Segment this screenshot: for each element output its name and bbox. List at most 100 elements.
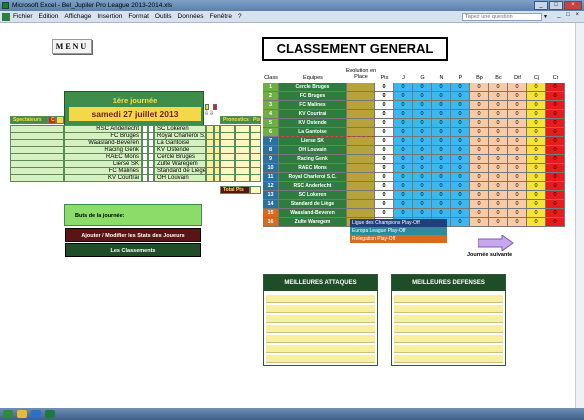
menu-donnees[interactable]: Données xyxy=(178,13,204,20)
rank-stat: 0 xyxy=(413,92,432,101)
menu-fenetre[interactable]: Fenêtre xyxy=(210,13,232,20)
menu-affichage[interactable]: Affichage xyxy=(64,13,91,20)
rank-stat: 0 xyxy=(527,92,546,101)
rank-stat: 0 xyxy=(470,110,489,119)
browser-icon[interactable] xyxy=(31,410,41,418)
start-icon[interactable] xyxy=(3,410,13,418)
rank-evolution xyxy=(347,110,375,119)
rank-evolution xyxy=(347,164,375,173)
rank-stat: 0 xyxy=(413,200,432,209)
menu-fichier[interactable]: Fichier xyxy=(13,13,33,20)
prono-cell[interactable] xyxy=(220,174,235,182)
best-attack-title: MEILLEURES ATTAQUES xyxy=(264,275,377,291)
next-journee-label[interactable]: Journée suivante xyxy=(467,252,512,258)
next-arrow-icon[interactable] xyxy=(478,235,514,251)
ranking-row: 10 RAEC Mons 0 0 0 0 0 0 0 0 0 0 xyxy=(263,164,565,173)
best-defense-title: MEILLEURES DEFENSES xyxy=(392,275,505,291)
rank-evolution xyxy=(347,173,375,182)
help-search-input[interactable]: Tapez une question xyxy=(462,13,542,21)
rank-stat: 0 xyxy=(489,200,508,209)
rank-stat: 0 xyxy=(394,146,413,155)
rank-stat: 0 xyxy=(413,83,432,92)
header-pts: Pts xyxy=(250,116,261,124)
pts-cell[interactable] xyxy=(250,174,261,182)
menu-insertion[interactable]: Insertion xyxy=(97,13,122,20)
rank-stat: 0 xyxy=(375,83,394,92)
menu-outils[interactable]: Outils xyxy=(155,13,172,20)
best-defense-line xyxy=(394,305,503,313)
rank-team: OH Louvain xyxy=(279,146,347,155)
rank-team: FC Bruges xyxy=(279,92,347,101)
rank-stat: 0 xyxy=(489,191,508,200)
rank-stat: 0 xyxy=(508,218,527,227)
rank-stat: 0 xyxy=(546,92,565,101)
menu-edition[interactable]: Edition xyxy=(39,13,59,20)
menu-format[interactable]: Format xyxy=(128,13,149,20)
menu-button[interactable]: MENU xyxy=(52,39,92,54)
rank-stat: 0 xyxy=(375,155,394,164)
rank-stat: 0 xyxy=(508,164,527,173)
rank-stat: 0 xyxy=(451,83,470,92)
best-defense-line xyxy=(394,325,503,333)
rank-team: KV Ostende xyxy=(279,119,347,128)
rank-stat: 0 xyxy=(413,128,432,137)
document-controls[interactable]: _ □ × xyxy=(557,12,581,18)
classements-button[interactable]: Les Classements xyxy=(65,243,201,257)
best-defense-line xyxy=(394,295,503,303)
menu-bar: Fichier Edition Affichage Insertion Form… xyxy=(0,11,584,23)
header-n: N xyxy=(439,75,444,81)
rank-stat: 0 xyxy=(413,182,432,191)
rank-evolution xyxy=(347,146,375,155)
rank-stat: 0 xyxy=(508,155,527,164)
legend-europa: Europa League Play-Off xyxy=(350,227,447,235)
rank-evolution xyxy=(347,182,375,191)
header-cr: Cr xyxy=(552,75,559,81)
spectateurs-cell[interactable] xyxy=(10,174,64,182)
rank-stat: 0 xyxy=(470,209,489,218)
best-defense-line xyxy=(394,355,503,363)
rank-stat: 0 xyxy=(413,164,432,173)
add-player-stats-button[interactable]: Ajouter / Modifier les Stats des Joueurs xyxy=(65,228,201,242)
rank-team: Cercle Bruges xyxy=(279,83,347,92)
journee-panel: 1ère journée samedi 27 juillet 2013 xyxy=(64,91,204,126)
rank-evolution xyxy=(347,83,375,92)
maximize-button[interactable]: □ xyxy=(549,1,563,10)
rank-stat: 0 xyxy=(432,110,451,119)
excel-taskbar-icon[interactable] xyxy=(45,410,55,418)
best-defense-line xyxy=(394,345,503,353)
best-attack-line xyxy=(266,345,375,353)
rank-position: 16 xyxy=(263,218,279,227)
rank-stat: 0 xyxy=(394,209,413,218)
rank-team: Lierse SK xyxy=(279,137,347,146)
header-spectateurs: Spectateurs xyxy=(10,116,48,124)
rank-stat: 0 xyxy=(413,173,432,182)
ranking-row: 12 RSC Anderlecht 0 0 0 0 0 0 0 0 0 0 xyxy=(263,182,565,191)
rank-stat: 0 xyxy=(527,110,546,119)
total-pts-value[interactable] xyxy=(250,186,261,194)
header-equipes: Equipes xyxy=(303,75,323,81)
yellow-card-header-icon[interactable] xyxy=(56,116,64,124)
chevron-down-icon[interactable]: ▼ xyxy=(543,14,548,20)
vertical-scrollbar[interactable] xyxy=(575,23,584,408)
header-evolution: Evolution en Place xyxy=(345,68,377,80)
rank-position: 9 xyxy=(263,155,279,164)
rank-position: 5 xyxy=(263,119,279,128)
rank-evolution xyxy=(347,191,375,200)
best-attack-line xyxy=(266,355,375,363)
prono-cell[interactable] xyxy=(235,174,250,182)
minimize-button[interactable]: _ xyxy=(534,1,548,10)
menu-help[interactable]: ? xyxy=(238,13,242,20)
best-attack-box: MEILLEURES ATTAQUES xyxy=(263,274,378,366)
rank-stat: 0 xyxy=(451,218,470,227)
rank-stat: 0 xyxy=(394,137,413,146)
rank-stat: 0 xyxy=(527,128,546,137)
card-cell[interactable] xyxy=(206,174,214,182)
close-button[interactable]: × xyxy=(564,1,582,10)
rank-stat: 0 xyxy=(546,83,565,92)
rank-stat: 0 xyxy=(413,191,432,200)
rank-stat: 0 xyxy=(394,92,413,101)
explorer-icon[interactable] xyxy=(17,410,27,418)
rank-stat: 0 xyxy=(432,146,451,155)
rank-stat: 0 xyxy=(432,209,451,218)
rank-stat: 0 xyxy=(432,173,451,182)
